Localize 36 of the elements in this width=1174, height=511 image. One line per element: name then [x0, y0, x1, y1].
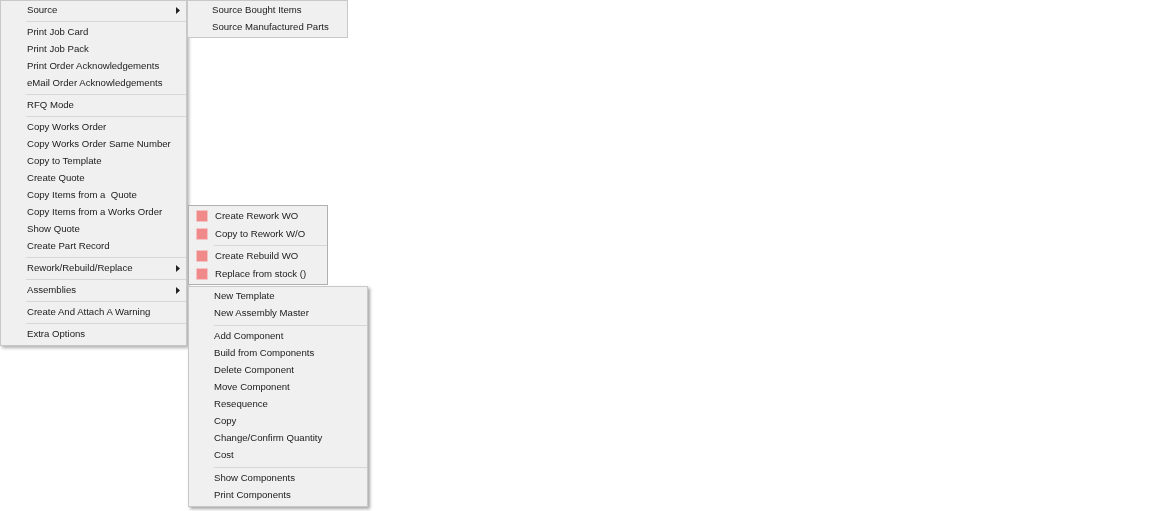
- menu-item[interactable]: Resequence: [189, 396, 367, 413]
- menu-item[interactable]: Copy Works Order Same Number: [1, 136, 186, 153]
- menu-item[interactable]: Print Components: [189, 487, 367, 504]
- menu-item[interactable]: eMail Order Acknowledgements: [1, 75, 186, 92]
- menu-item[interactable]: RFQ Mode: [1, 97, 186, 114]
- menu-item[interactable]: Create Quote: [1, 170, 186, 187]
- menu-item[interactable]: Create And Attach A Warning: [1, 304, 186, 321]
- menu-item[interactable]: Cost: [189, 447, 367, 464]
- menu-item[interactable]: Create Rework WO: [189, 207, 327, 225]
- menu-item[interactable]: Add Component: [189, 328, 367, 345]
- menu-item[interactable]: Source Manufactured Parts: [188, 19, 347, 36]
- menu-item[interactable]: Show Quote: [1, 221, 186, 238]
- menu-item[interactable]: New Template: [189, 288, 367, 305]
- menu-item[interactable]: Copy Items from a Quote: [1, 187, 186, 204]
- menu-item[interactable]: Copy to Template: [1, 153, 186, 170]
- menu-item[interactable]: Replace from stock (): [189, 265, 327, 283]
- menu-item[interactable]: Move Component: [189, 379, 367, 396]
- menu-item[interactable]: Print Order Acknowledgements: [1, 58, 186, 75]
- menu-item[interactable]: Show Components: [189, 470, 367, 487]
- menu-item[interactable]: Source: [1, 2, 186, 19]
- menu-item[interactable]: Assemblies: [1, 282, 186, 299]
- menu-item[interactable]: New Assembly Master: [189, 305, 367, 322]
- menu-item[interactable]: Create Part Record: [1, 238, 186, 255]
- menu-item[interactable]: Copy: [189, 413, 367, 430]
- menu-item[interactable]: Print Job Pack: [1, 41, 186, 58]
- menu-item[interactable]: Extra Options: [1, 326, 186, 343]
- menu-item[interactable]: Source Bought Items: [188, 2, 347, 19]
- menu-item[interactable]: Copy Items from a Works Order: [1, 204, 186, 221]
- menu-item[interactable]: Copy to Rework W/O: [189, 225, 327, 243]
- menu-item[interactable]: Print Job Card: [1, 24, 186, 41]
- menu-item[interactable]: Build from Components: [189, 345, 367, 362]
- menu-item[interactable]: Delete Component: [189, 362, 367, 379]
- menu-item[interactable]: Create Rebuild WO: [189, 247, 327, 265]
- menu-item[interactable]: Rework/Rebuild/Replace: [1, 260, 186, 277]
- menu-item[interactable]: Copy Works Order: [1, 119, 186, 136]
- menu-item[interactable]: Change/Confirm Quantity: [189, 430, 367, 447]
